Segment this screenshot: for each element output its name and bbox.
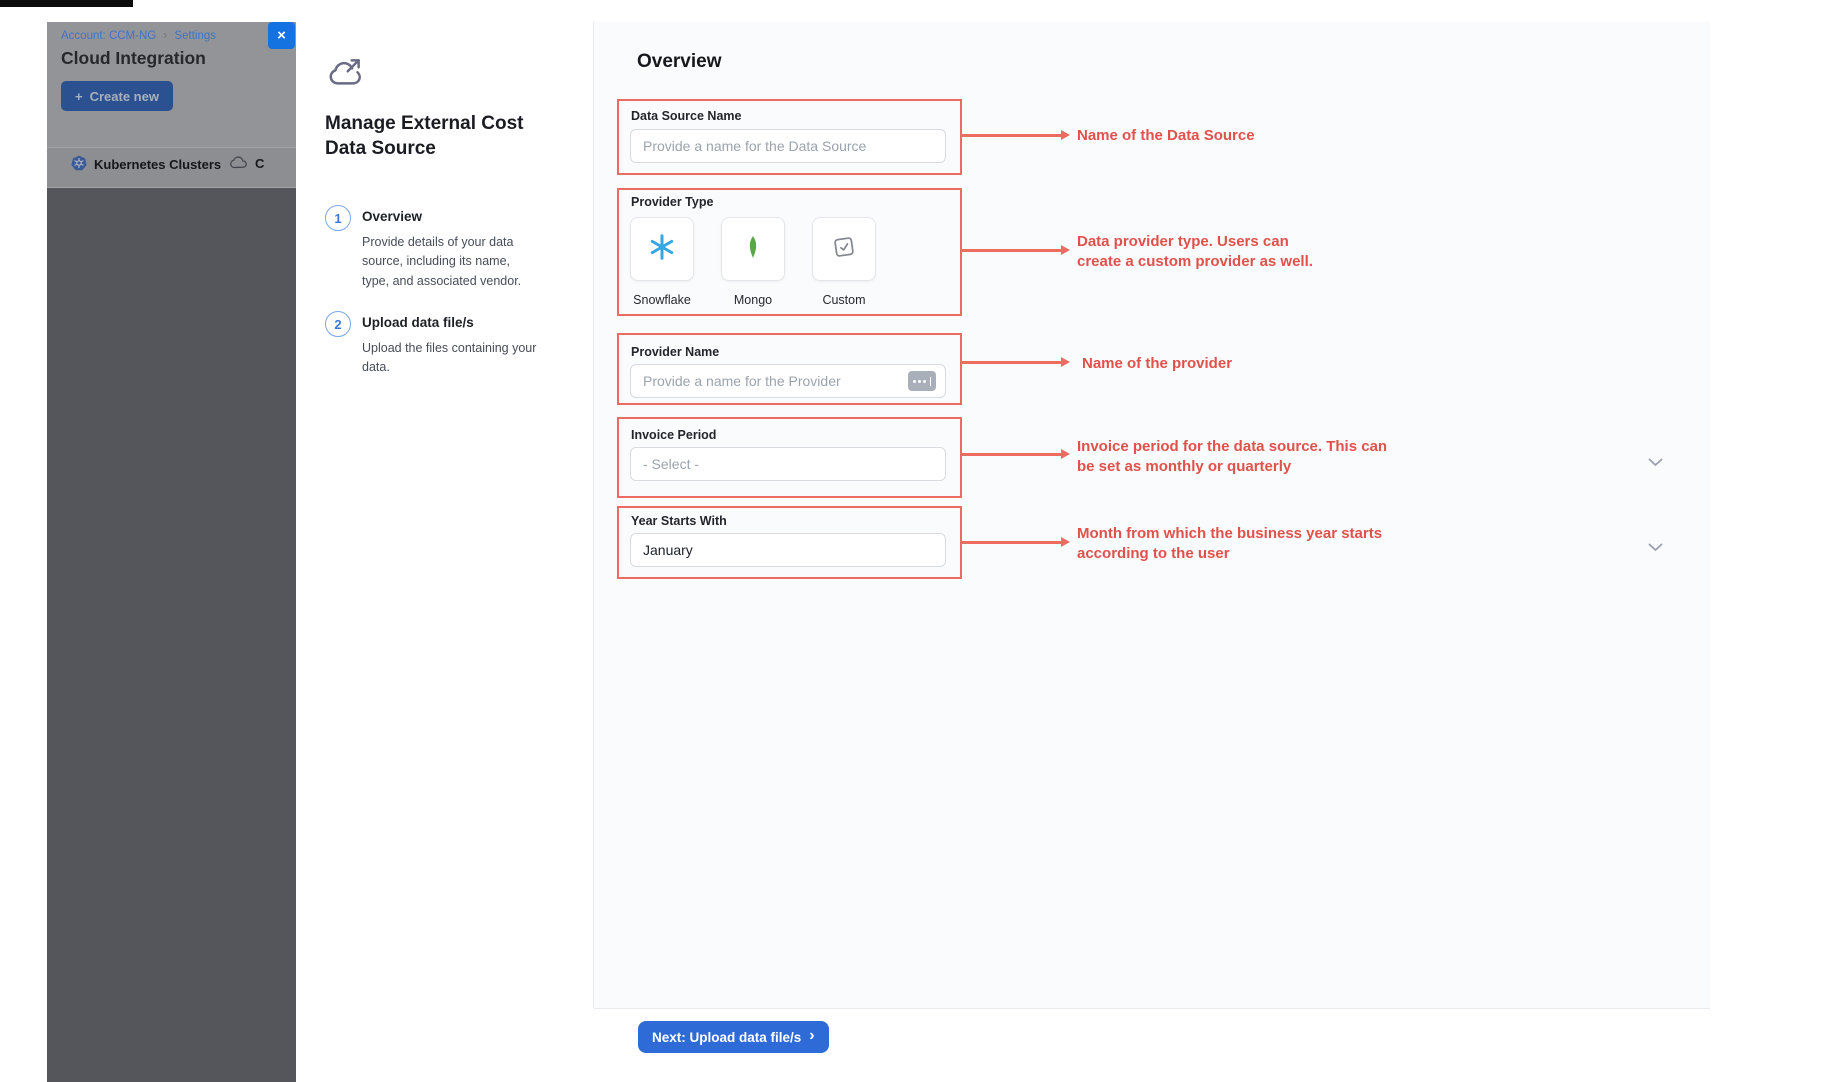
provider-label-mongo: Mongo — [703, 293, 803, 307]
footer-divider — [594, 1008, 1710, 1009]
snowflake-icon — [647, 232, 677, 267]
step-2-indicator[interactable]: 2 — [325, 311, 351, 337]
page-title: Cloud Integration — [61, 48, 206, 69]
invoice-period-select[interactable] — [630, 447, 946, 481]
expression-ellipsis-icon[interactable] — [908, 371, 936, 391]
data-source-name-label: Data Source Name — [631, 109, 741, 123]
year-starts-with-select[interactable] — [630, 533, 946, 567]
data-source-name-input[interactable] — [630, 129, 946, 163]
next-button-label: Next: Upload data file/s — [652, 1030, 801, 1045]
provider-name-input[interactable] — [630, 364, 946, 398]
provider-card-mongo[interactable] — [721, 217, 785, 281]
chevron-right-icon: › — [809, 1028, 814, 1044]
year-starts-with-chevron-down-icon[interactable] — [1648, 539, 1663, 557]
tab-kubernetes-clusters[interactable]: Kubernetes Clusters — [71, 155, 221, 174]
provider-card-custom[interactable] — [812, 217, 876, 281]
cloud-export-icon — [328, 56, 366, 93]
step-1-indicator[interactable]: 1 — [325, 205, 351, 231]
provider-card-snowflake[interactable] — [630, 217, 694, 281]
year-starts-with-label: Year Starts With — [631, 514, 727, 528]
invoice-period-label: Invoice Period — [631, 428, 716, 442]
dimmed-background-page: Account: CCM-NG › Settings Cloud Integra… — [47, 22, 296, 1082]
custom-provider-icon — [830, 233, 858, 266]
breadcrumb-settings-link[interactable]: Settings — [174, 30, 216, 42]
step-2-description: Upload the files containing your data. — [362, 339, 540, 378]
step-1-title[interactable]: Overview — [362, 209, 422, 224]
create-new-button[interactable]: + Create new — [61, 81, 173, 111]
close-button[interactable]: × — [268, 22, 295, 49]
provider-name-label: Provider Name — [631, 345, 719, 359]
breadcrumb: Account: CCM-NG › Settings — [61, 30, 216, 42]
screenshot-root: Account: CCM-NG › Settings Cloud Integra… — [0, 0, 1830, 1082]
provider-label-snowflake: Snowflake — [612, 293, 712, 307]
form-heading: Overview — [637, 51, 722, 73]
top-left-black-strip — [0, 0, 133, 7]
tab-cloud-truncated[interactable]: C — [229, 155, 264, 172]
next-upload-button[interactable]: Next: Upload data file/s › — [638, 1021, 829, 1053]
drawer-title: Manage External Cost Data Source — [325, 111, 547, 161]
close-icon: × — [277, 27, 286, 44]
create-new-label: Create new — [90, 89, 159, 104]
kubernetes-icon — [71, 155, 87, 174]
plus-icon: + — [75, 89, 83, 104]
tab-cloud-label: C — [255, 156, 264, 171]
provider-type-label: Provider Type — [631, 195, 713, 209]
cloud-icon — [229, 155, 248, 172]
step-2-title[interactable]: Upload data file/s — [362, 315, 474, 330]
breadcrumb-account-link[interactable]: Account: CCM-NG — [61, 30, 156, 42]
step-1-description: Provide details of your data source, inc… — [362, 233, 540, 291]
mongo-leaf-icon — [740, 232, 766, 267]
breadcrumb-separator: › — [163, 30, 167, 42]
overview-form-panel — [593, 22, 1710, 1008]
invoice-period-chevron-down-icon[interactable] — [1648, 454, 1663, 472]
tab-kubernetes-label: Kubernetes Clusters — [94, 157, 221, 172]
provider-label-custom: Custom — [794, 293, 894, 307]
